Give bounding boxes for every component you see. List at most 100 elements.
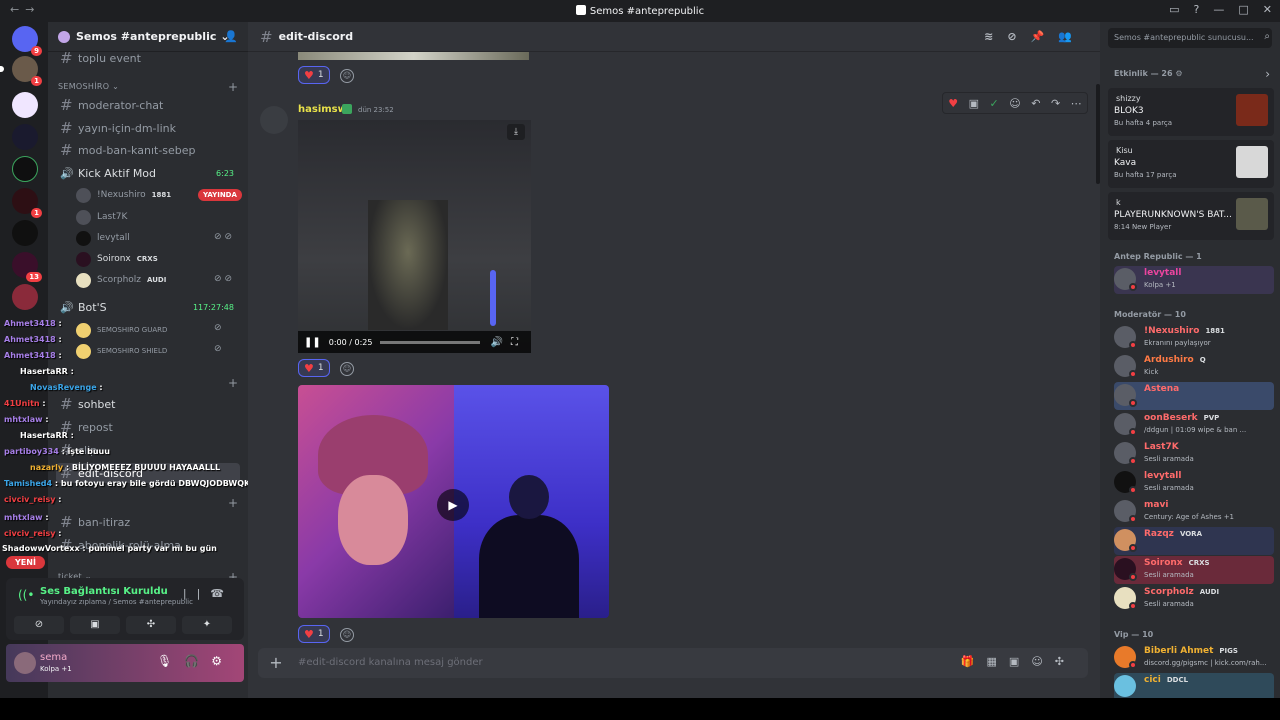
member-item[interactable]: Biberli Ahmet PIGS discord.gg/pigsmc | kic… xyxy=(1114,644,1274,672)
heart-icon[interactable]: ♥ xyxy=(948,97,958,110)
soundboard-button[interactable]: ✦ xyxy=(182,616,232,634)
attach-plus-icon[interactable]: + xyxy=(266,653,286,673)
add-reaction-icon[interactable]: ☺ xyxy=(340,362,354,376)
server-icon[interactable] xyxy=(12,92,38,118)
voice-user[interactable]: Soironx CRXS xyxy=(76,249,158,269)
volume-slider[interactable] xyxy=(490,270,496,326)
voice-user[interactable]: !Nexushiro 1881 xyxy=(76,185,171,205)
invite-icon[interactable]: 👤 xyxy=(224,30,238,43)
add-reaction-icon[interactable]: ☺ xyxy=(1009,97,1020,110)
member-item[interactable]: levytall Kolpa +1 xyxy=(1114,266,1274,294)
server-icon[interactable]: 13 xyxy=(12,252,42,282)
voice-user[interactable]: SEMOSHIRO GUARD xyxy=(76,320,167,340)
message-input[interactable]: #edit-discord kanalına mesaj gönder xyxy=(298,657,483,668)
volume-icon[interactable]: 🔊 xyxy=(490,337,502,348)
noise-icon[interactable]: || xyxy=(183,587,210,600)
voice-channel-bots[interactable]: 🔊 Bot'S 117:27:48 xyxy=(56,297,240,317)
video-thumbnail-right[interactable] xyxy=(454,385,609,618)
user-name[interactable]: sema xyxy=(40,652,67,663)
pin-icon[interactable]: 📌 xyxy=(1031,30,1059,43)
channel-item[interactable]: # mod-ban-kanıt-sebep xyxy=(56,140,240,160)
voice-user[interactable]: Scorpholz AUDI xyxy=(76,270,166,290)
activity-card[interactable]: Kisu Kava Bu hafta 17 parça xyxy=(1108,140,1274,188)
server-icon[interactable] xyxy=(12,124,38,150)
pause-icon[interactable]: ❚❚ xyxy=(304,337,321,348)
voice-user[interactable]: SEMOSHIRO SHIELD xyxy=(76,341,167,361)
minimize-button[interactable]: — xyxy=(1213,3,1224,16)
voice-status[interactable]: Ses Bağlantısı Kuruldu xyxy=(40,586,168,597)
inbox-icon[interactable]: ▭ xyxy=(1169,3,1179,16)
headphones-icon[interactable]: 🎧 xyxy=(184,654,211,668)
disconnect-icon[interactable]: ☎ xyxy=(210,587,234,600)
server-icon[interactable]: 1 xyxy=(12,56,42,86)
channel-item[interactable]: # moderator-chat xyxy=(56,95,240,115)
member-item[interactable]: Ardushiro Q Kick xyxy=(1114,353,1274,381)
camera-off-button[interactable]: ⊘ xyxy=(14,616,64,634)
home-button[interactable]: 9 xyxy=(12,26,42,56)
server-icon[interactable]: 1 xyxy=(12,188,42,218)
fullscreen-icon[interactable]: ⛶ xyxy=(511,337,518,348)
forward-icon[interactable]: ↷ xyxy=(1051,97,1060,110)
members-icon[interactable]: 👥 xyxy=(1058,30,1086,43)
server-icon[interactable] xyxy=(12,156,38,182)
activity-card[interactable]: shizzy BLOK3 Bu hafta 4 parça xyxy=(1108,88,1274,136)
download-icon[interactable]: ⤓ xyxy=(507,124,525,140)
voice-user[interactable]: Last7K xyxy=(76,207,127,227)
member-item[interactable]: Scorpholz AUDI Sesli aramada xyxy=(1114,585,1274,613)
voice-user[interactable]: levytall xyxy=(76,228,130,248)
play-icon[interactable]: ▶ xyxy=(437,489,469,521)
video-attachment[interactable]: ⤓ ❚❚ 0:00 / 0:25 🔊 ⛶ xyxy=(298,120,531,353)
threads-icon[interactable]: ≋ xyxy=(984,30,1007,43)
add-reaction-icon[interactable]: ☺ xyxy=(340,69,354,83)
category-header[interactable]: SEMOSHİRO ⌄ + xyxy=(58,80,238,94)
add-channel-icon[interactable]: + xyxy=(228,376,238,390)
add-reaction-icon[interactable]: ☺ xyxy=(340,628,354,642)
voice-channel-kick[interactable]: 🔊 Kick Aktif Mod 6:23 xyxy=(56,163,240,183)
channel-item[interactable]: # toplu event xyxy=(56,48,240,68)
channel-item[interactable]: # repost xyxy=(56,417,240,437)
reply-icon[interactable]: ↶ xyxy=(1031,97,1040,110)
search-input[interactable]: Semos #anteprepublic sunucusu... xyxy=(1108,28,1272,48)
reaction-heart[interactable]: ♥ 1 xyxy=(298,359,330,377)
server-icon[interactable] xyxy=(12,284,38,310)
channel-item[interactable]: # sohbet xyxy=(56,394,240,414)
message-author[interactable]: hasimsw xyxy=(298,104,347,115)
notification-off-icon[interactable]: ⊘ xyxy=(1007,30,1030,43)
server-icon[interactable] xyxy=(12,220,38,246)
member-item[interactable]: !Nexushiro 1881 Ekranını paylaşıyor xyxy=(1114,324,1274,352)
emoji-icon[interactable]: ▣ xyxy=(969,97,979,110)
avatar[interactable] xyxy=(14,652,36,674)
member-item[interactable]: levytall Sesli aramada xyxy=(1114,469,1274,497)
member-item[interactable]: oonBeserk PVP/ddgun | 01:09 wipe & ban ..… xyxy=(1114,411,1274,439)
reaction-heart[interactable]: ♥ 1 xyxy=(298,66,330,84)
video-progress[interactable] xyxy=(380,340,481,344)
close-button[interactable]: ✕ xyxy=(1263,3,1272,16)
activity-card[interactable]: k PLAYERUNKNOWN'S BAT... 8:14 New Player xyxy=(1108,192,1274,240)
previous-image[interactable] xyxy=(298,52,529,60)
member-item[interactable]: Razqz VORA xyxy=(1114,527,1274,555)
activity-button[interactable]: ✣ xyxy=(126,616,176,634)
gear-icon[interactable]: ⚙ xyxy=(211,654,234,668)
gift-icon[interactable]: 🎁 xyxy=(961,655,987,668)
member-item[interactable]: mavi Century: Age of Ashes +1 xyxy=(1114,498,1274,526)
new-messages-badge[interactable]: YENİ xyxy=(6,556,45,569)
screen-share-button[interactable]: ▣ xyxy=(70,616,120,634)
more-icon[interactable]: ⋯ xyxy=(1071,97,1082,110)
add-channel-icon[interactable]: + xyxy=(228,496,238,510)
emoji-icon[interactable]: ☺ xyxy=(1031,655,1054,668)
video-thumbnail-left[interactable] xyxy=(298,385,454,618)
mic-muted-icon[interactable]: 🎙 xyxy=(157,654,184,668)
member-item[interactable]: Astena xyxy=(1114,382,1274,410)
member-item[interactable]: cici DDCL xyxy=(1114,673,1274,701)
avatar[interactable] xyxy=(260,106,288,134)
member-item[interactable]: Soironx CRXS Sesli aramada xyxy=(1114,556,1274,584)
member-item[interactable]: Last7K Sesli aramada xyxy=(1114,440,1274,468)
add-channel-icon[interactable]: + xyxy=(228,80,238,94)
channel-item[interactable]: # ban-itiraz xyxy=(56,512,240,532)
help-icon[interactable]: ? xyxy=(1194,3,1200,16)
channel-item[interactable]: # yayın-için-dm-link xyxy=(56,118,240,138)
reaction-heart[interactable]: ♥ 1 xyxy=(298,625,330,643)
sticker-icon[interactable]: ▣ xyxy=(1009,655,1031,668)
apps-icon[interactable]: ✣ xyxy=(1055,655,1076,668)
check-icon[interactable]: ✓ xyxy=(990,97,999,110)
